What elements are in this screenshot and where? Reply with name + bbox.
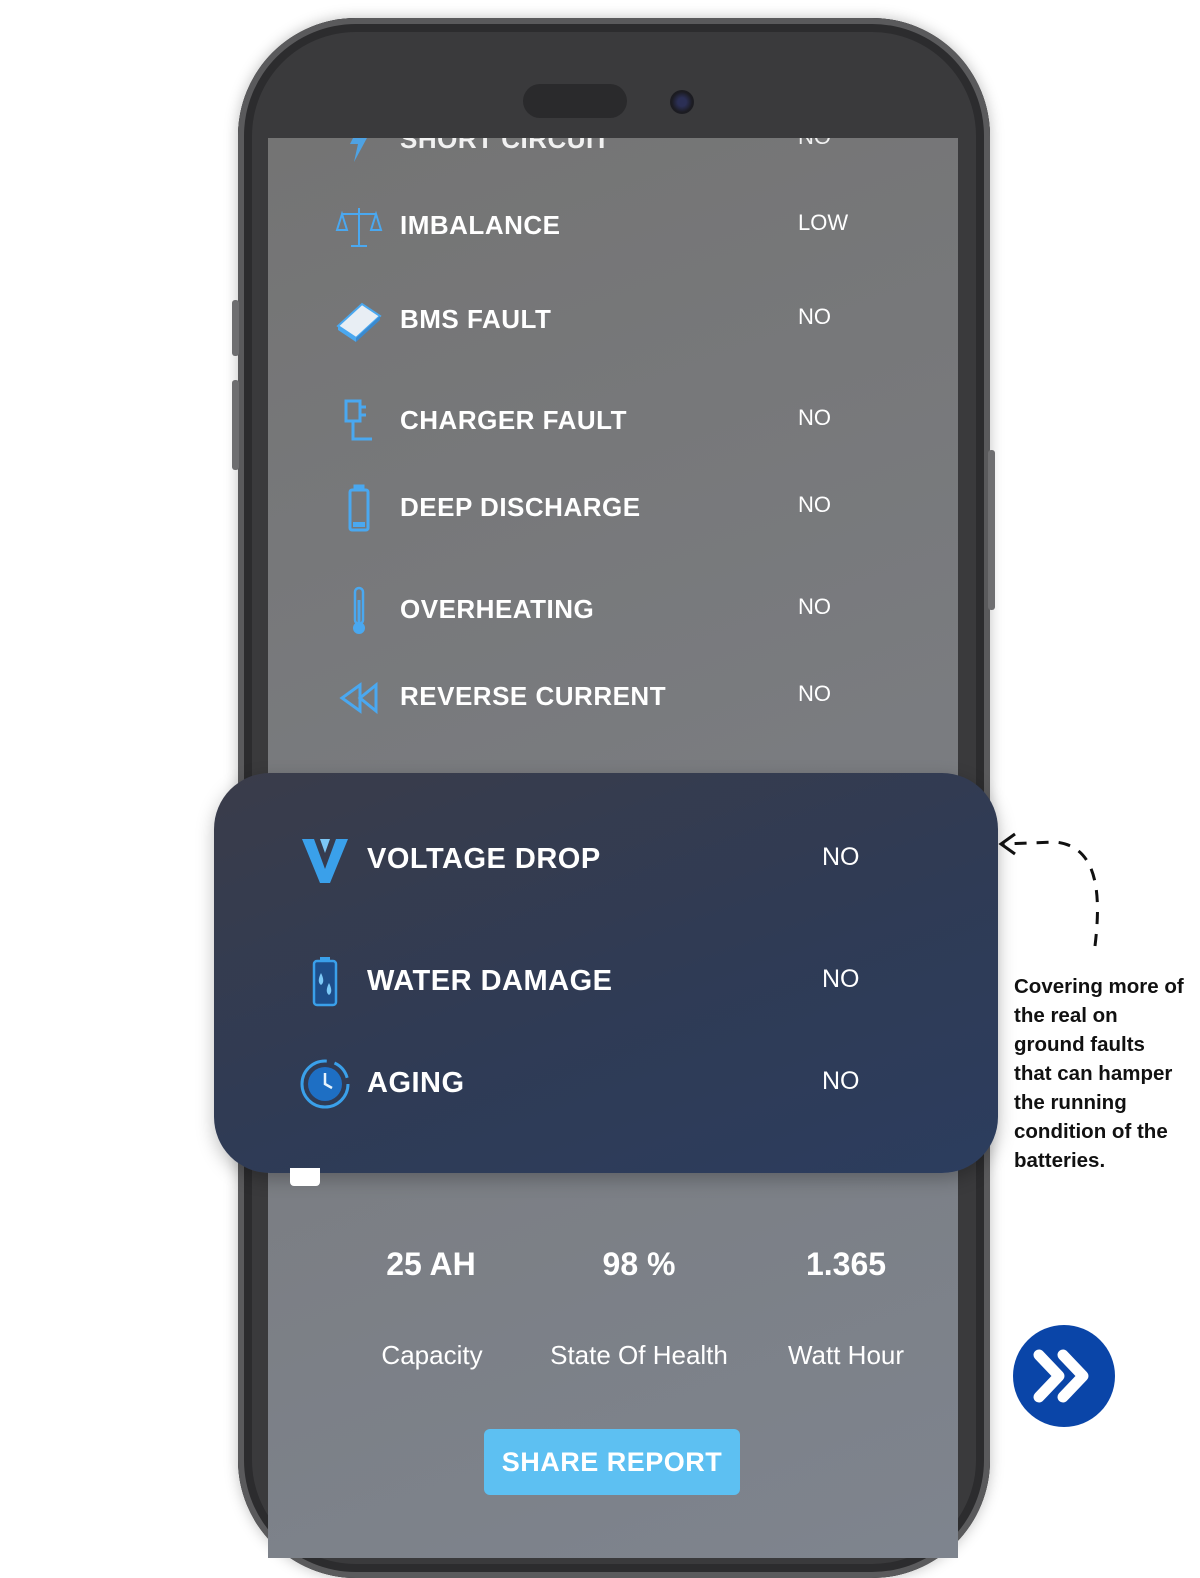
fault-row-overheating: OVERHEATING NO xyxy=(268,578,958,638)
lightning-icon xyxy=(334,138,384,166)
rewind-icon xyxy=(334,673,384,723)
fault-row-bms: BMS FAULT NO xyxy=(268,288,958,348)
fault-label: DEEP DISCHARGE xyxy=(400,492,641,522)
camera-icon xyxy=(670,90,694,114)
fault-value: NO xyxy=(798,405,831,430)
watt-hour-label: Watt Hour xyxy=(787,1340,905,1370)
capacity-label: Capacity xyxy=(381,1340,483,1370)
fault-value: NO xyxy=(798,304,831,329)
fault-value: LOW xyxy=(798,210,849,235)
charger-plug-icon xyxy=(334,397,384,447)
fault-value: NO xyxy=(798,594,831,619)
next-button[interactable] xyxy=(1013,1325,1115,1427)
fault-label: OVERHEATING xyxy=(400,594,595,624)
share-report-button[interactable]: SHARE REPORT xyxy=(484,1429,740,1495)
fault-label: CHARGER FAULT xyxy=(400,405,628,435)
health-label: State Of Health xyxy=(550,1340,728,1370)
panel-row-aging: AGING NO xyxy=(214,1051,998,1121)
fault-label: IMBALANCE xyxy=(400,210,561,240)
balance-scale-icon xyxy=(334,202,384,252)
power-button xyxy=(988,450,995,610)
panel-value: NO xyxy=(822,843,860,871)
panel-label: VOLTAGE DROP xyxy=(367,843,601,875)
highlight-panel: VOLTAGE DROP NO WATER DAMAGE NO AGING NO xyxy=(214,773,998,1173)
fault-row-reverse-current: REVERSE CURRENT NO xyxy=(268,665,958,725)
double-chevron-right-icon xyxy=(1033,1349,1089,1403)
volume-up-button xyxy=(232,380,239,470)
water-battery-icon xyxy=(298,955,352,1009)
dynamic-island xyxy=(523,84,627,118)
panel-value: NO xyxy=(822,1067,860,1095)
side-button xyxy=(232,300,239,356)
fault-value: NO xyxy=(798,681,831,706)
health-value: 98 % xyxy=(602,1246,676,1282)
thermometer-icon xyxy=(334,586,384,636)
annotation-text: Covering more of the real on ground faul… xyxy=(1014,975,1184,1172)
panel-value: NO xyxy=(822,965,860,993)
fault-label: REVERSE CURRENT xyxy=(400,681,667,711)
fault-row-imbalance: IMBALANCE LOW xyxy=(268,194,958,254)
fault-label: BMS FAULT xyxy=(400,304,552,334)
fault-row-charger: CHARGER FAULT NO xyxy=(268,389,958,449)
battery-icon xyxy=(334,484,384,534)
clock-icon xyxy=(298,1057,352,1111)
watt-hour-value: 1.365 xyxy=(805,1246,887,1282)
chip-icon xyxy=(334,296,384,346)
voltage-v-icon xyxy=(298,833,352,887)
panel-row-voltage-drop: VOLTAGE DROP NO xyxy=(214,827,998,897)
fault-value: NO xyxy=(798,492,831,517)
panel-label: WATER DAMAGE xyxy=(367,965,613,997)
panel-row-water-damage: WATER DAMAGE NO xyxy=(214,949,998,1019)
dashed-arrow-icon xyxy=(998,832,1099,947)
fault-value: NO xyxy=(798,138,831,150)
fault-row-deep-discharge: DEEP DISCHARGE NO xyxy=(268,476,958,536)
scroll-tab xyxy=(290,1168,320,1186)
fault-row-short-circuit: SHORT CIRCUIT NO xyxy=(268,138,958,168)
fault-label: SHORT CIRCUIT xyxy=(400,138,611,154)
panel-label: AGING xyxy=(367,1067,465,1099)
capacity-value: 25 AH xyxy=(386,1246,476,1282)
